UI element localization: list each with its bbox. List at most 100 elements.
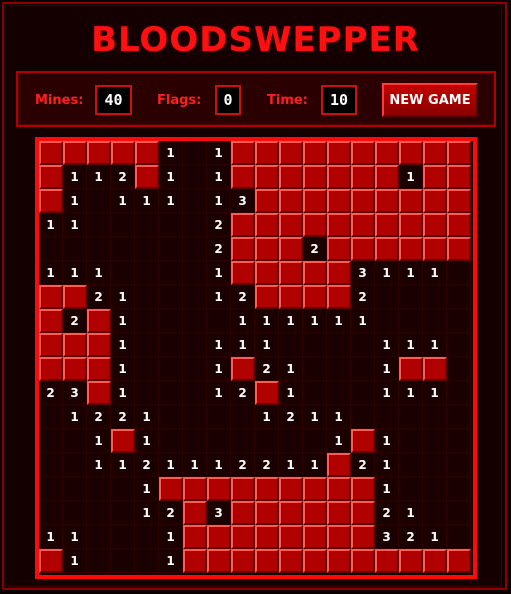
- hidden-cell[interactable]: [327, 165, 351, 189]
- hidden-cell[interactable]: [255, 213, 279, 237]
- hidden-cell[interactable]: [255, 477, 279, 501]
- hidden-cell[interactable]: [279, 285, 303, 309]
- hidden-cell[interactable]: [279, 213, 303, 237]
- hidden-cell[interactable]: [39, 141, 63, 165]
- hidden-cell[interactable]: [63, 357, 87, 381]
- hidden-cell[interactable]: [183, 549, 207, 573]
- hidden-cell[interactable]: [399, 357, 423, 381]
- hidden-cell[interactable]: [87, 141, 111, 165]
- hidden-cell[interactable]: [351, 429, 375, 453]
- hidden-cell[interactable]: [39, 189, 63, 213]
- hidden-cell[interactable]: [231, 165, 255, 189]
- hidden-cell[interactable]: [447, 549, 471, 573]
- hidden-cell[interactable]: [255, 381, 279, 405]
- hidden-cell[interactable]: [39, 549, 63, 573]
- hidden-cell[interactable]: [447, 237, 471, 261]
- hidden-cell[interactable]: [255, 501, 279, 525]
- hidden-cell[interactable]: [255, 165, 279, 189]
- hidden-cell[interactable]: [111, 141, 135, 165]
- hidden-cell[interactable]: [279, 477, 303, 501]
- hidden-cell[interactable]: [87, 309, 111, 333]
- hidden-cell[interactable]: [135, 165, 159, 189]
- hidden-cell[interactable]: [231, 261, 255, 285]
- hidden-cell[interactable]: [159, 477, 183, 501]
- hidden-cell[interactable]: [255, 189, 279, 213]
- hidden-cell[interactable]: [231, 213, 255, 237]
- hidden-cell[interactable]: [39, 285, 63, 309]
- hidden-cell[interactable]: [399, 549, 423, 573]
- hidden-cell[interactable]: [39, 357, 63, 381]
- hidden-cell[interactable]: [351, 141, 375, 165]
- hidden-cell[interactable]: [279, 189, 303, 213]
- hidden-cell[interactable]: [87, 333, 111, 357]
- hidden-cell[interactable]: [231, 477, 255, 501]
- hidden-cell[interactable]: [279, 261, 303, 285]
- hidden-cell[interactable]: [279, 237, 303, 261]
- hidden-cell[interactable]: [63, 333, 87, 357]
- hidden-cell[interactable]: [231, 141, 255, 165]
- hidden-cell[interactable]: [351, 189, 375, 213]
- hidden-cell[interactable]: [423, 189, 447, 213]
- hidden-cell[interactable]: [279, 525, 303, 549]
- hidden-cell[interactable]: [231, 237, 255, 261]
- hidden-cell[interactable]: [183, 477, 207, 501]
- hidden-cell[interactable]: [375, 237, 399, 261]
- new-game-button[interactable]: NEW GAME: [382, 83, 478, 117]
- hidden-cell[interactable]: [375, 549, 399, 573]
- hidden-cell[interactable]: [255, 261, 279, 285]
- hidden-cell[interactable]: [399, 141, 423, 165]
- hidden-cell[interactable]: [351, 237, 375, 261]
- hidden-cell[interactable]: [207, 549, 231, 573]
- hidden-cell[interactable]: [207, 477, 231, 501]
- hidden-cell[interactable]: [375, 165, 399, 189]
- hidden-cell[interactable]: [447, 213, 471, 237]
- hidden-cell[interactable]: [231, 525, 255, 549]
- hidden-cell[interactable]: [375, 141, 399, 165]
- hidden-cell[interactable]: [279, 501, 303, 525]
- hidden-cell[interactable]: [399, 237, 423, 261]
- hidden-cell[interactable]: [183, 501, 207, 525]
- hidden-cell[interactable]: [183, 525, 207, 549]
- hidden-cell[interactable]: [351, 213, 375, 237]
- hidden-cell[interactable]: [447, 189, 471, 213]
- hidden-cell[interactable]: [255, 285, 279, 309]
- hidden-cell[interactable]: [39, 309, 63, 333]
- hidden-cell[interactable]: [231, 549, 255, 573]
- hidden-cell[interactable]: [303, 285, 327, 309]
- hidden-cell[interactable]: [351, 549, 375, 573]
- hidden-cell[interactable]: [303, 165, 327, 189]
- hidden-cell[interactable]: [327, 285, 351, 309]
- hidden-cell[interactable]: [39, 333, 63, 357]
- hidden-cell[interactable]: [351, 525, 375, 549]
- hidden-cell[interactable]: [303, 501, 327, 525]
- hidden-cell[interactable]: [327, 453, 351, 477]
- hidden-cell[interactable]: [231, 357, 255, 381]
- hidden-cell[interactable]: [351, 501, 375, 525]
- hidden-cell[interactable]: [423, 237, 447, 261]
- hidden-cell[interactable]: [423, 165, 447, 189]
- hidden-cell[interactable]: [303, 213, 327, 237]
- hidden-cell[interactable]: [279, 141, 303, 165]
- hidden-cell[interactable]: [423, 141, 447, 165]
- hidden-cell[interactable]: [327, 261, 351, 285]
- hidden-cell[interactable]: [303, 261, 327, 285]
- hidden-cell[interactable]: [111, 429, 135, 453]
- hidden-cell[interactable]: [279, 165, 303, 189]
- hidden-cell[interactable]: [63, 285, 87, 309]
- hidden-cell[interactable]: [255, 237, 279, 261]
- hidden-cell[interactable]: [351, 477, 375, 501]
- hidden-cell[interactable]: [87, 381, 111, 405]
- hidden-cell[interactable]: [327, 549, 351, 573]
- hidden-cell[interactable]: [375, 189, 399, 213]
- hidden-cell[interactable]: [303, 141, 327, 165]
- hidden-cell[interactable]: [327, 189, 351, 213]
- hidden-cell[interactable]: [327, 477, 351, 501]
- hidden-cell[interactable]: [423, 213, 447, 237]
- hidden-cell[interactable]: [303, 477, 327, 501]
- hidden-cell[interactable]: [327, 213, 351, 237]
- hidden-cell[interactable]: [399, 213, 423, 237]
- hidden-cell[interactable]: [135, 141, 159, 165]
- hidden-cell[interactable]: [303, 525, 327, 549]
- hidden-cell[interactable]: [399, 189, 423, 213]
- hidden-cell[interactable]: [351, 165, 375, 189]
